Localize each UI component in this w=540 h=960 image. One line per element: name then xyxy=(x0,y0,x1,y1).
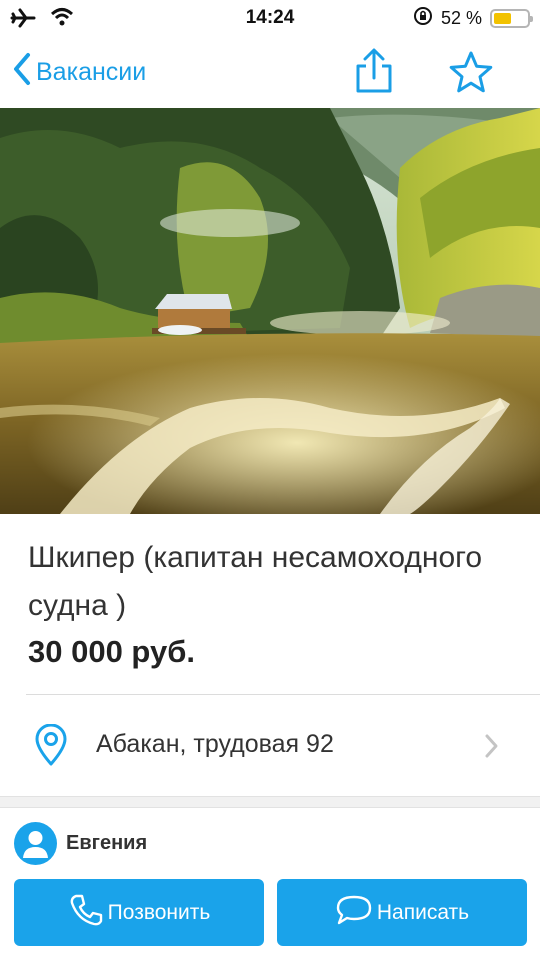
rotation-lock-icon xyxy=(413,6,433,31)
chevron-left-icon xyxy=(12,52,32,93)
phone-icon xyxy=(68,893,104,933)
location-row[interactable]: Абакан, трудовая 92 xyxy=(0,696,540,794)
listing-photo[interactable] xyxy=(0,108,540,514)
battery-percent: 52 % xyxy=(440,8,482,28)
write-button-label: Написать xyxy=(376,900,470,924)
nav-bar: Вакансии xyxy=(0,36,540,108)
battery-icon xyxy=(490,9,533,28)
call-button-label: Позвонить xyxy=(107,900,211,924)
back-button[interactable]: Вакансии xyxy=(12,52,146,93)
status-bar: 14:24 52 % xyxy=(0,0,540,36)
section-separator xyxy=(0,796,540,808)
share-button[interactable] xyxy=(352,48,396,94)
share-icon xyxy=(356,48,392,93)
location-pin-icon xyxy=(34,723,68,771)
back-label: Вакансии xyxy=(36,58,147,86)
listing-title: Шкипер (капитан несамоходного судна ) xyxy=(28,541,483,622)
chevron-right-icon xyxy=(484,732,500,765)
status-right: 52 % xyxy=(413,6,533,31)
battery-level-fill xyxy=(494,13,511,24)
chat-bubble-icon xyxy=(335,894,373,932)
write-button[interactable]: Написать xyxy=(277,879,527,946)
listing-price: 30 000 руб. xyxy=(28,634,195,669)
divider xyxy=(26,694,540,695)
contact-row: Евгения xyxy=(0,810,540,874)
avatar xyxy=(14,822,57,865)
contact-name: Евгения xyxy=(66,832,148,854)
favorite-button[interactable] xyxy=(448,50,494,94)
call-button[interactable]: Позвонить xyxy=(14,879,264,946)
user-icon xyxy=(23,831,48,858)
location-address: Абакан, трудовая 92 xyxy=(96,730,334,758)
star-icon xyxy=(449,51,493,93)
